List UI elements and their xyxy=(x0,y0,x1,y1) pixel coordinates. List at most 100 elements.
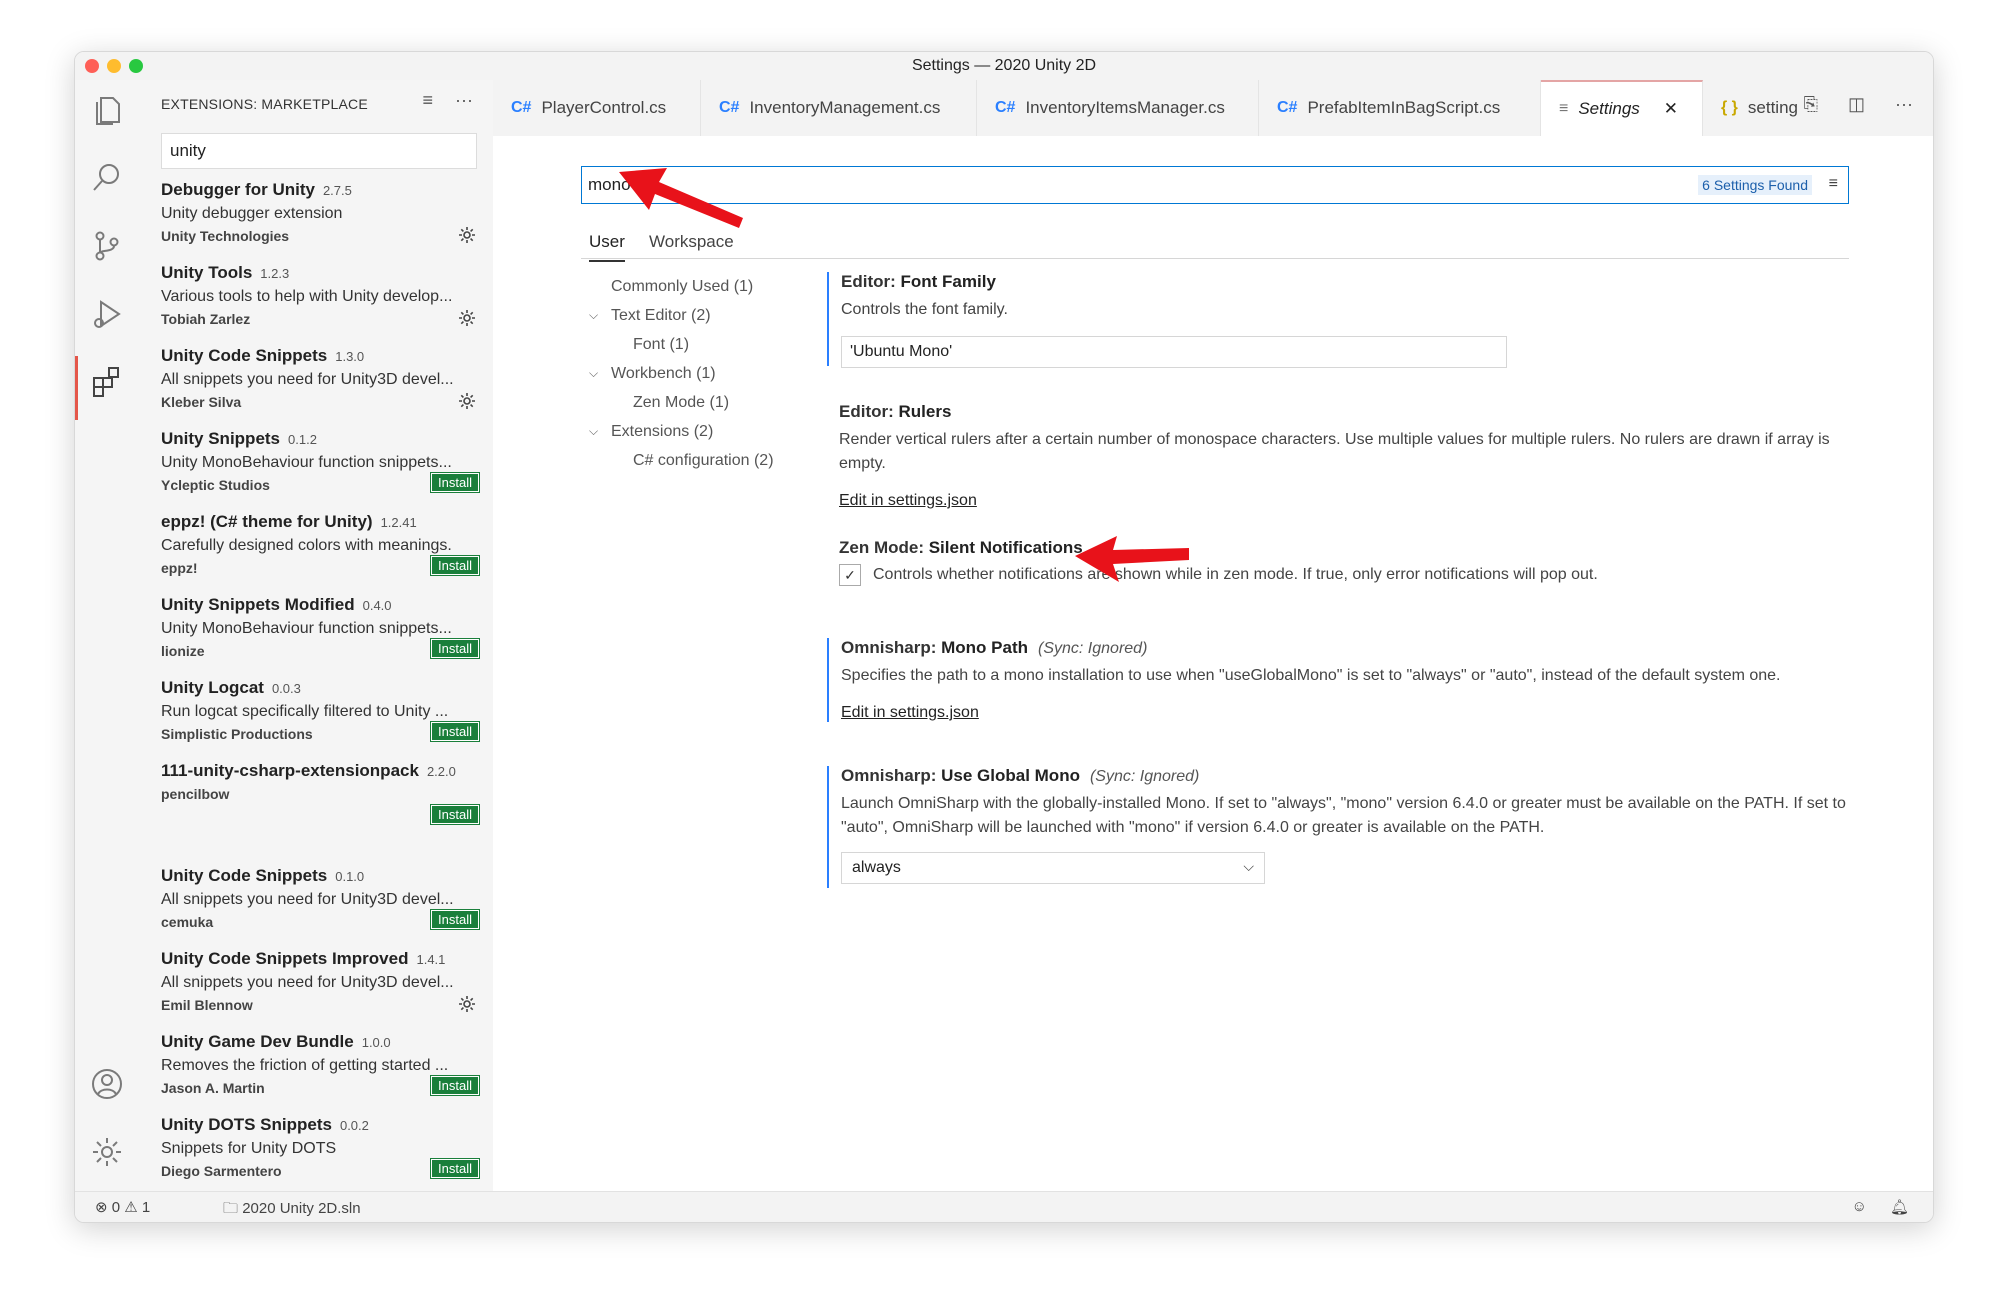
setting-description: Controls whether notifications are shown… xyxy=(873,566,1598,583)
toc-item[interactable]: ⌵ Extensions (2) xyxy=(581,417,801,446)
extension-name: Unity Game Dev Bundle 1.0.0 xyxy=(161,1032,391,1051)
extension-description: Various tools to help with Unity develop… xyxy=(161,288,453,305)
more-actions-icon[interactable]: ··· xyxy=(1895,94,1913,115)
extension-item[interactable]: eppz! (C# theme for Unity) 1.2.41 Carefull… xyxy=(161,512,480,595)
tab-inventoryitemsmanager[interactable]: C# InventoryItemsManager.cs xyxy=(977,80,1259,136)
use-global-mono-select[interactable]: always ⌵ xyxy=(841,852,1265,884)
error-count: 0 xyxy=(111,1199,121,1216)
extension-item[interactable]: Unity Snippets 0.1.2 Unity MonoBehaviour f… xyxy=(161,429,480,512)
extension-item[interactable]: Unity Code Snippets 0.1.0 All snippets you… xyxy=(161,866,480,949)
extension-publisher: Kleber Silva xyxy=(161,394,242,410)
extension-description: Run logcat specifically filtered to Unit… xyxy=(161,703,449,720)
edit-in-settings-json-link[interactable]: Edit in settings.json xyxy=(841,704,979,722)
tab-setting-json[interactable]: { } setting xyxy=(1703,80,1803,136)
title-bar: Settings — 2020 Unity 2D xyxy=(75,52,1933,81)
chevron-down-icon: ⌵ xyxy=(589,424,599,438)
font-family-input[interactable] xyxy=(841,336,1507,368)
install-button[interactable]: Install xyxy=(430,909,480,930)
extension-name: Unity DOTS Snippets 0.0.2 xyxy=(161,1115,369,1134)
install-button[interactable]: Install xyxy=(430,721,480,742)
csharp-file-icon: C# xyxy=(995,99,1016,116)
settings-editor: mono 6 Settings Found ≡ User Workspace C… xyxy=(493,136,1933,1192)
extensions-sidebar: EXTENSIONS: MARKETPLACE ≡ ··· Debugger f… xyxy=(139,80,494,1192)
extension-search-input[interactable] xyxy=(161,133,477,169)
extension-item[interactable]: Unity Game Dev Bundle 1.0.0 Removes the fr… xyxy=(161,1032,480,1115)
run-debug-icon[interactable] xyxy=(87,294,127,334)
account-icon[interactable] xyxy=(87,1064,127,1104)
tab-user[interactable]: User xyxy=(589,232,625,262)
more-actions-icon[interactable]: ··· xyxy=(455,90,473,111)
source-control-icon[interactable] xyxy=(87,226,127,266)
filter-extensions-icon[interactable]: ≡ xyxy=(423,90,434,111)
extension-item[interactable]: Unity Code Snippets 1.3.0 All snippets you… xyxy=(161,346,479,429)
tab-label: PlayerControl.cs xyxy=(541,98,667,117)
toc-item[interactable]: ⌵ Text Editor (2) xyxy=(581,301,801,330)
notifications-bell-icon[interactable]: 🔔︎ xyxy=(1890,1198,1909,1216)
open-settings-json-icon[interactable]: ⎘ xyxy=(1804,94,1818,115)
toc-item[interactable]: ⌵ Workbench (1) xyxy=(581,359,801,388)
setting-title: Editor: Rulers xyxy=(839,402,952,421)
toc-item[interactable]: Font (1) xyxy=(581,330,801,359)
extension-name: Unity Snippets Modified 0.4.0 xyxy=(161,595,392,614)
extension-description: Carefully designed colors with meanings. xyxy=(161,537,452,554)
toc-item[interactable]: C# configuration (2) xyxy=(581,446,801,475)
extension-publisher: Unity Technologies xyxy=(161,228,290,244)
toc-item[interactable]: Zen Mode (1) xyxy=(581,388,801,417)
extension-item[interactable]: Unity Code Snippets Improved 1.4.1 All sni… xyxy=(161,949,479,1032)
edit-in-settings-json-link[interactable]: Edit in settings.json xyxy=(839,492,977,510)
extension-item[interactable]: Debugger for Unity 2.7.5 Unity debugger ex… xyxy=(161,180,479,263)
extension-description: Unity MonoBehaviour function snippets... xyxy=(161,620,452,637)
feedback-icon[interactable]: ☺ xyxy=(1852,1198,1867,1215)
tab-prefabiteminbagscript[interactable]: C# PrefabItemInBagScript.cs xyxy=(1259,80,1541,136)
search-icon[interactable] xyxy=(87,158,127,198)
toc-label: Font (1) xyxy=(633,335,690,353)
folder-icon: 🗀 xyxy=(223,1200,239,1217)
manage-extension-gear-icon[interactable] xyxy=(457,994,477,1014)
manage-extension-gear-icon[interactable] xyxy=(457,225,477,245)
settings-search-input[interactable]: mono 6 Settings Found ≡ xyxy=(581,166,1849,204)
clear-filter-icon[interactable]: ≡ xyxy=(1829,175,1838,193)
close-tab-icon[interactable]: ✕ xyxy=(1664,99,1678,119)
extension-item[interactable]: Unity Tools 1.2.3 Various tools to help wi… xyxy=(161,263,479,346)
silent-notifications-checkbox[interactable]: ✓ xyxy=(839,564,861,586)
setting-zen-silent-notifications: Zen Mode: Silent Notifications ✓ Control… xyxy=(827,538,1847,598)
problems-indicator[interactable]: ⊗ 0 ⚠ 1 xyxy=(95,1198,150,1216)
toc-item[interactable]: Commonly Used (1) xyxy=(581,272,801,301)
extension-version: 2.2.0 xyxy=(426,764,456,779)
extension-name: Debugger for Unity 2.7.5 xyxy=(161,180,352,199)
install-button[interactable]: Install xyxy=(430,472,480,493)
install-button[interactable]: Install xyxy=(430,555,480,576)
install-button[interactable]: Install xyxy=(430,1158,480,1179)
tab-playercontrol[interactable]: C# PlayerControl.cs xyxy=(493,80,701,136)
tab-inventorymanagement[interactable]: C# InventoryManagement.cs xyxy=(701,80,977,136)
annotation-arrow-search xyxy=(619,168,743,228)
json-file-icon: { } xyxy=(1721,99,1738,116)
settings-list: Editor: Font Family Controls the font fa… xyxy=(827,272,1847,888)
extension-item[interactable]: Unity DOTS Snippets 0.0.2 Snippets for Uni… xyxy=(161,1115,480,1192)
extension-item[interactable]: 111-unity-csharp-extensionpack 2.2.0 penci… xyxy=(161,761,480,844)
manage-gear-icon[interactable] xyxy=(87,1132,127,1172)
extension-item[interactable]: Unity Snippets Modified 0.4.0 Unity MonoBe… xyxy=(161,595,480,678)
install-button[interactable]: Install xyxy=(430,804,480,825)
extensions-icon[interactable] xyxy=(87,362,127,402)
extension-version: 1.3.0 xyxy=(335,349,365,364)
extension-version: 0.1.2 xyxy=(288,432,317,447)
extension-name: Unity Code Snippets 0.1.0 xyxy=(161,866,365,885)
install-button[interactable]: Install xyxy=(430,1075,480,1096)
install-button[interactable]: Install xyxy=(430,638,480,659)
extension-item[interactable]: Unity Logcat 0.0.3 Run logcat specifically… xyxy=(161,678,480,761)
tab-settings[interactable]: ≡ Settings ✕ xyxy=(1541,80,1703,136)
extension-version: 0.4.0 xyxy=(362,598,392,613)
explorer-icon[interactable] xyxy=(87,90,127,130)
split-editor-icon[interactable]: ◫ xyxy=(1848,94,1865,115)
tab-label: PrefabItemInBagScript.cs xyxy=(1307,98,1501,117)
sync-ignored-label: (Sync: Ignored) xyxy=(1089,768,1200,785)
extension-list: Debugger for Unity 2.7.5 Unity debugger ex… xyxy=(161,180,480,1192)
csharp-file-icon: C# xyxy=(511,99,532,116)
setting-title: Zen Mode: Silent Notifications xyxy=(839,538,1083,557)
csharp-file-icon: C# xyxy=(719,99,740,116)
manage-extension-gear-icon[interactable] xyxy=(457,308,477,328)
solution-indicator[interactable]: 🗀 2020 Unity 2D.sln xyxy=(223,1198,361,1222)
chevron-down-icon: ⌵ xyxy=(589,308,599,322)
manage-extension-gear-icon[interactable] xyxy=(457,391,477,411)
